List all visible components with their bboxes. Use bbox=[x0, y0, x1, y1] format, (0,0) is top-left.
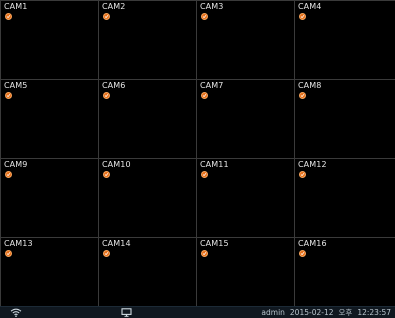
camera-label: CAM8 bbox=[298, 81, 322, 90]
wifi-icon[interactable] bbox=[10, 308, 22, 317]
camera-label: CAM10 bbox=[102, 160, 131, 169]
camera-tile-13[interactable]: CAM13 bbox=[1, 238, 99, 307]
status-info: admin 2015-02-12 오후 12:23:57 bbox=[261, 307, 391, 318]
camera-tile-5[interactable]: CAM5 bbox=[1, 80, 99, 159]
ampm-text: 오후 bbox=[338, 308, 353, 317]
camera-tile-12[interactable]: CAM12 bbox=[295, 159, 395, 238]
record-status-icon bbox=[299, 92, 306, 99]
camera-tile-2[interactable]: CAM2 bbox=[99, 1, 197, 80]
date-text: 2015-02-12 bbox=[289, 308, 334, 317]
record-status-icon bbox=[103, 13, 110, 20]
user-name[interactable]: admin bbox=[261, 307, 285, 318]
status-bar: admin 2015-02-12 오후 12:23:57 bbox=[0, 306, 395, 318]
record-status-icon bbox=[5, 13, 12, 20]
camera-tile-15[interactable]: CAM15 bbox=[197, 238, 295, 307]
camera-label: CAM7 bbox=[200, 81, 224, 90]
camera-label: CAM6 bbox=[102, 81, 126, 90]
camera-label: CAM4 bbox=[298, 2, 322, 11]
record-status-icon bbox=[103, 92, 110, 99]
camera-tile-1[interactable]: CAM1 bbox=[1, 1, 99, 80]
camera-grid: CAM1 CAM2 CAM3 CAM4 CAM5 CAM6 CAM7 CAM8 … bbox=[0, 0, 395, 307]
camera-label: CAM16 bbox=[298, 239, 327, 248]
record-status-icon bbox=[299, 171, 306, 178]
record-status-icon bbox=[5, 171, 12, 178]
monitor-icon[interactable] bbox=[121, 308, 132, 317]
record-status-icon bbox=[5, 92, 12, 99]
camera-label: CAM12 bbox=[298, 160, 327, 169]
camera-tile-4[interactable]: CAM4 bbox=[295, 1, 395, 80]
record-status-icon bbox=[103, 171, 110, 178]
record-status-icon bbox=[201, 250, 208, 257]
camera-tile-14[interactable]: CAM14 bbox=[99, 238, 197, 307]
time-text: 12:23:57 bbox=[357, 308, 391, 317]
camera-tile-11[interactable]: CAM11 bbox=[197, 159, 295, 238]
camera-tile-9[interactable]: CAM9 bbox=[1, 159, 99, 238]
dvr-screen: CAM1 CAM2 CAM3 CAM4 CAM5 CAM6 CAM7 CAM8 … bbox=[0, 0, 395, 318]
camera-tile-7[interactable]: CAM7 bbox=[197, 80, 295, 159]
camera-label: CAM3 bbox=[200, 2, 224, 11]
record-status-icon bbox=[201, 171, 208, 178]
camera-label: CAM11 bbox=[200, 160, 229, 169]
camera-label: CAM5 bbox=[4, 81, 28, 90]
camera-label: CAM2 bbox=[102, 2, 126, 11]
record-status-icon bbox=[103, 250, 110, 257]
camera-tile-3[interactable]: CAM3 bbox=[197, 1, 295, 80]
camera-tile-16[interactable]: CAM16 bbox=[295, 238, 395, 307]
record-status-icon bbox=[5, 250, 12, 257]
camera-label: CAM1 bbox=[4, 2, 28, 11]
camera-tile-6[interactable]: CAM6 bbox=[99, 80, 197, 159]
record-status-icon bbox=[201, 13, 208, 20]
camera-label: CAM15 bbox=[200, 239, 229, 248]
camera-label: CAM14 bbox=[102, 239, 131, 248]
camera-tile-10[interactable]: CAM10 bbox=[99, 159, 197, 238]
camera-label: CAM9 bbox=[4, 160, 28, 169]
record-status-icon bbox=[201, 92, 208, 99]
camera-tile-8[interactable]: CAM8 bbox=[295, 80, 395, 159]
camera-label: CAM13 bbox=[4, 239, 33, 248]
record-status-icon bbox=[299, 250, 306, 257]
record-status-icon bbox=[299, 13, 306, 20]
